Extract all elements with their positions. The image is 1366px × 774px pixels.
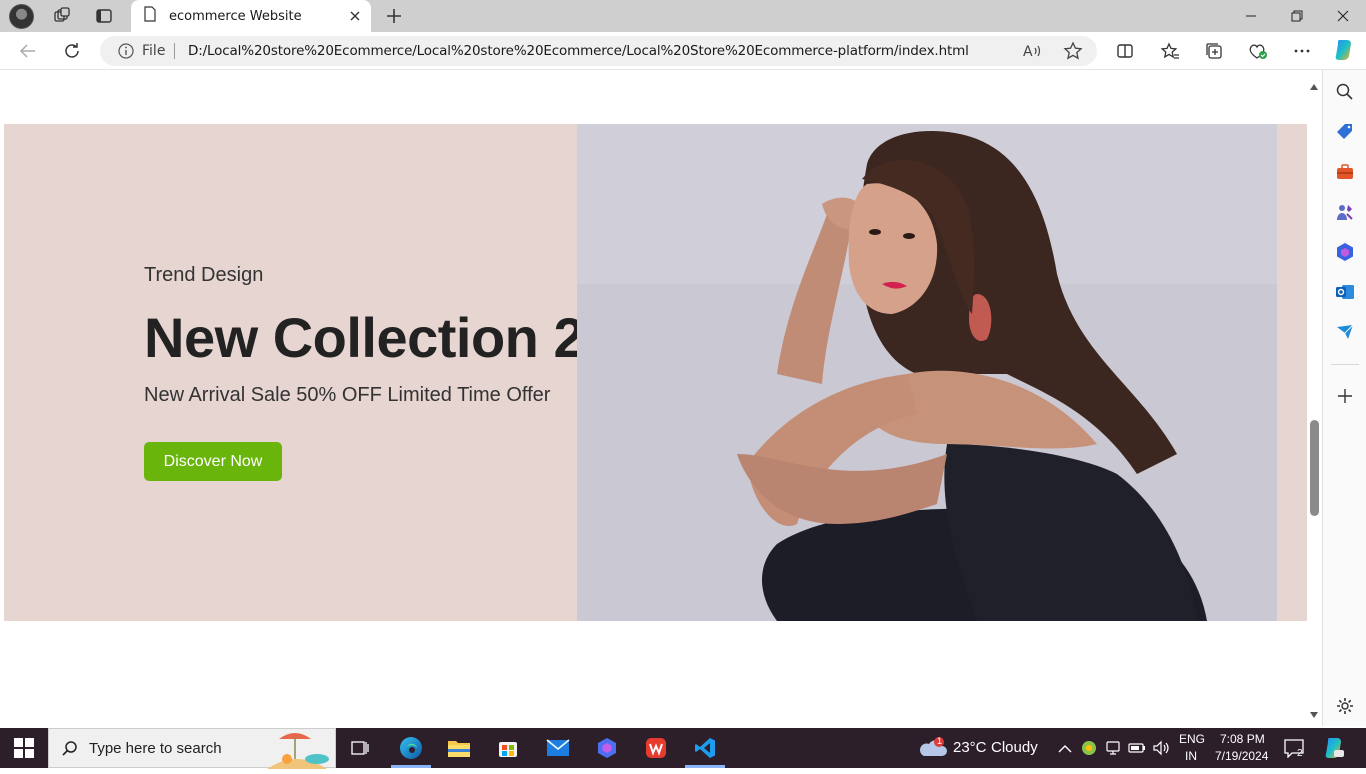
scroll-up-arrow[interactable] bbox=[1309, 78, 1319, 90]
hero-model-photo bbox=[577, 124, 1277, 621]
close-icon[interactable] bbox=[347, 8, 363, 24]
shopping-tag-icon[interactable] bbox=[1335, 122, 1355, 142]
m365-app-icon[interactable] bbox=[593, 734, 621, 762]
favorites-icon[interactable] bbox=[1158, 39, 1182, 63]
add-icon[interactable] bbox=[1335, 386, 1355, 406]
search-icon[interactable] bbox=[1335, 82, 1355, 102]
active-tab[interactable]: ecommerce Website bbox=[131, 0, 371, 32]
task-view-icon[interactable] bbox=[346, 734, 374, 762]
file-explorer-icon[interactable] bbox=[445, 734, 473, 762]
address-bar[interactable]: File D:/Local%20store%20Ecommerce/Local%… bbox=[100, 36, 1097, 66]
scroll-thumb[interactable] bbox=[1310, 420, 1319, 516]
browser-toolbar: File D:/Local%20store%20Ecommerce/Local%… bbox=[0, 32, 1366, 70]
plus-icon[interactable] bbox=[382, 4, 406, 28]
close-window-icon[interactable] bbox=[1320, 0, 1366, 32]
back-icon[interactable] bbox=[16, 39, 40, 63]
hero-text-block: Trend Design New Collection 20 New Arriv… bbox=[144, 264, 577, 407]
edge-sidebar bbox=[1322, 70, 1366, 726]
tab-strip: ecommerce Website bbox=[0, 0, 1366, 32]
hero-banner: Trend Design New Collection 20 New Arriv… bbox=[4, 124, 1307, 621]
windows-taskbar: Type here to search 1 23°C Cloudy ENG IN… bbox=[0, 728, 1366, 769]
tab-actions-icon[interactable] bbox=[90, 4, 118, 28]
tab-title: ecommerce Website bbox=[169, 8, 302, 24]
games-icon[interactable] bbox=[1335, 202, 1355, 222]
search-highlight-illustration bbox=[257, 729, 337, 774]
clock-time[interactable]: 7:08 PM bbox=[1220, 732, 1265, 746]
tools-icon[interactable] bbox=[1335, 162, 1355, 182]
url-scheme: File bbox=[142, 43, 166, 59]
store-icon[interactable] bbox=[494, 734, 522, 762]
minimize-icon[interactable] bbox=[1228, 0, 1274, 32]
hero-kicker: Trend Design bbox=[144, 264, 264, 286]
tray-app-icon[interactable] bbox=[1081, 740, 1097, 761]
refresh-icon[interactable] bbox=[60, 39, 84, 63]
svg-text:A: A bbox=[1023, 44, 1033, 60]
weather-desc[interactable]: Cloudy bbox=[991, 739, 1038, 756]
info-icon[interactable] bbox=[118, 43, 134, 59]
read-aloud-icon[interactable]: A bbox=[1021, 39, 1045, 63]
chevron-up-icon[interactable] bbox=[1058, 741, 1072, 759]
network-icon[interactable] bbox=[1105, 740, 1121, 761]
clock-date[interactable]: 7/19/2024 bbox=[1215, 749, 1268, 763]
more-icon[interactable] bbox=[1290, 39, 1314, 63]
profile-avatar[interactable] bbox=[9, 4, 34, 29]
mail-icon[interactable] bbox=[544, 734, 572, 762]
lang-bottom[interactable]: IN bbox=[1185, 749, 1197, 763]
search-placeholder: Type here to search bbox=[89, 740, 222, 757]
url-separator bbox=[174, 43, 175, 59]
sidebar-divider bbox=[1331, 364, 1359, 365]
notification-count: 2 bbox=[1297, 748, 1303, 759]
copilot-taskbar-icon[interactable] bbox=[1322, 736, 1346, 765]
discover-now-button[interactable]: Discover Now bbox=[144, 442, 282, 481]
lang-top[interactable]: ENG bbox=[1179, 732, 1205, 746]
browser-essentials-icon[interactable] bbox=[1246, 39, 1270, 63]
volume-icon[interactable] bbox=[1152, 740, 1170, 761]
weather-temp[interactable]: 23°C bbox=[953, 739, 987, 756]
restore-icon[interactable] bbox=[1274, 0, 1320, 32]
send-icon[interactable] bbox=[1335, 322, 1355, 342]
cloud-icon[interactable] bbox=[918, 736, 948, 765]
weather-badge: 1 bbox=[937, 736, 943, 746]
url-text[interactable]: D:/Local%20store%20Ecommerce/Local%20sto… bbox=[188, 43, 969, 59]
hero-subtitle: New Arrival Sale 50% OFF Limited Time Of… bbox=[144, 384, 551, 406]
copilot-icon[interactable] bbox=[1331, 37, 1357, 63]
page-icon bbox=[143, 5, 157, 27]
vscode-icon[interactable] bbox=[691, 734, 719, 762]
page-scrollbar[interactable] bbox=[1307, 70, 1322, 726]
edge-icon[interactable] bbox=[397, 734, 425, 762]
search-glass-icon bbox=[61, 740, 79, 763]
windows-start-icon[interactable] bbox=[14, 738, 34, 758]
favorite-star-icon[interactable] bbox=[1061, 39, 1085, 63]
model-illustration bbox=[577, 124, 1277, 621]
hero-headline: New Collection 20 bbox=[144, 306, 577, 369]
collections-icon[interactable] bbox=[1202, 39, 1226, 63]
wps-icon[interactable] bbox=[642, 734, 670, 762]
scroll-down-arrow[interactable] bbox=[1309, 706, 1319, 718]
m365-icon[interactable] bbox=[1335, 242, 1355, 262]
split-screen-icon[interactable] bbox=[1113, 39, 1137, 63]
page-viewport: Trend Design New Collection 20 New Arriv… bbox=[0, 70, 1322, 726]
settings-icon[interactable] bbox=[1335, 696, 1355, 716]
taskbar-search-box[interactable]: Type here to search bbox=[48, 728, 336, 769]
outlook-icon[interactable] bbox=[1335, 282, 1355, 302]
workspaces-icon[interactable] bbox=[48, 4, 76, 28]
battery-icon[interactable] bbox=[1128, 741, 1146, 760]
